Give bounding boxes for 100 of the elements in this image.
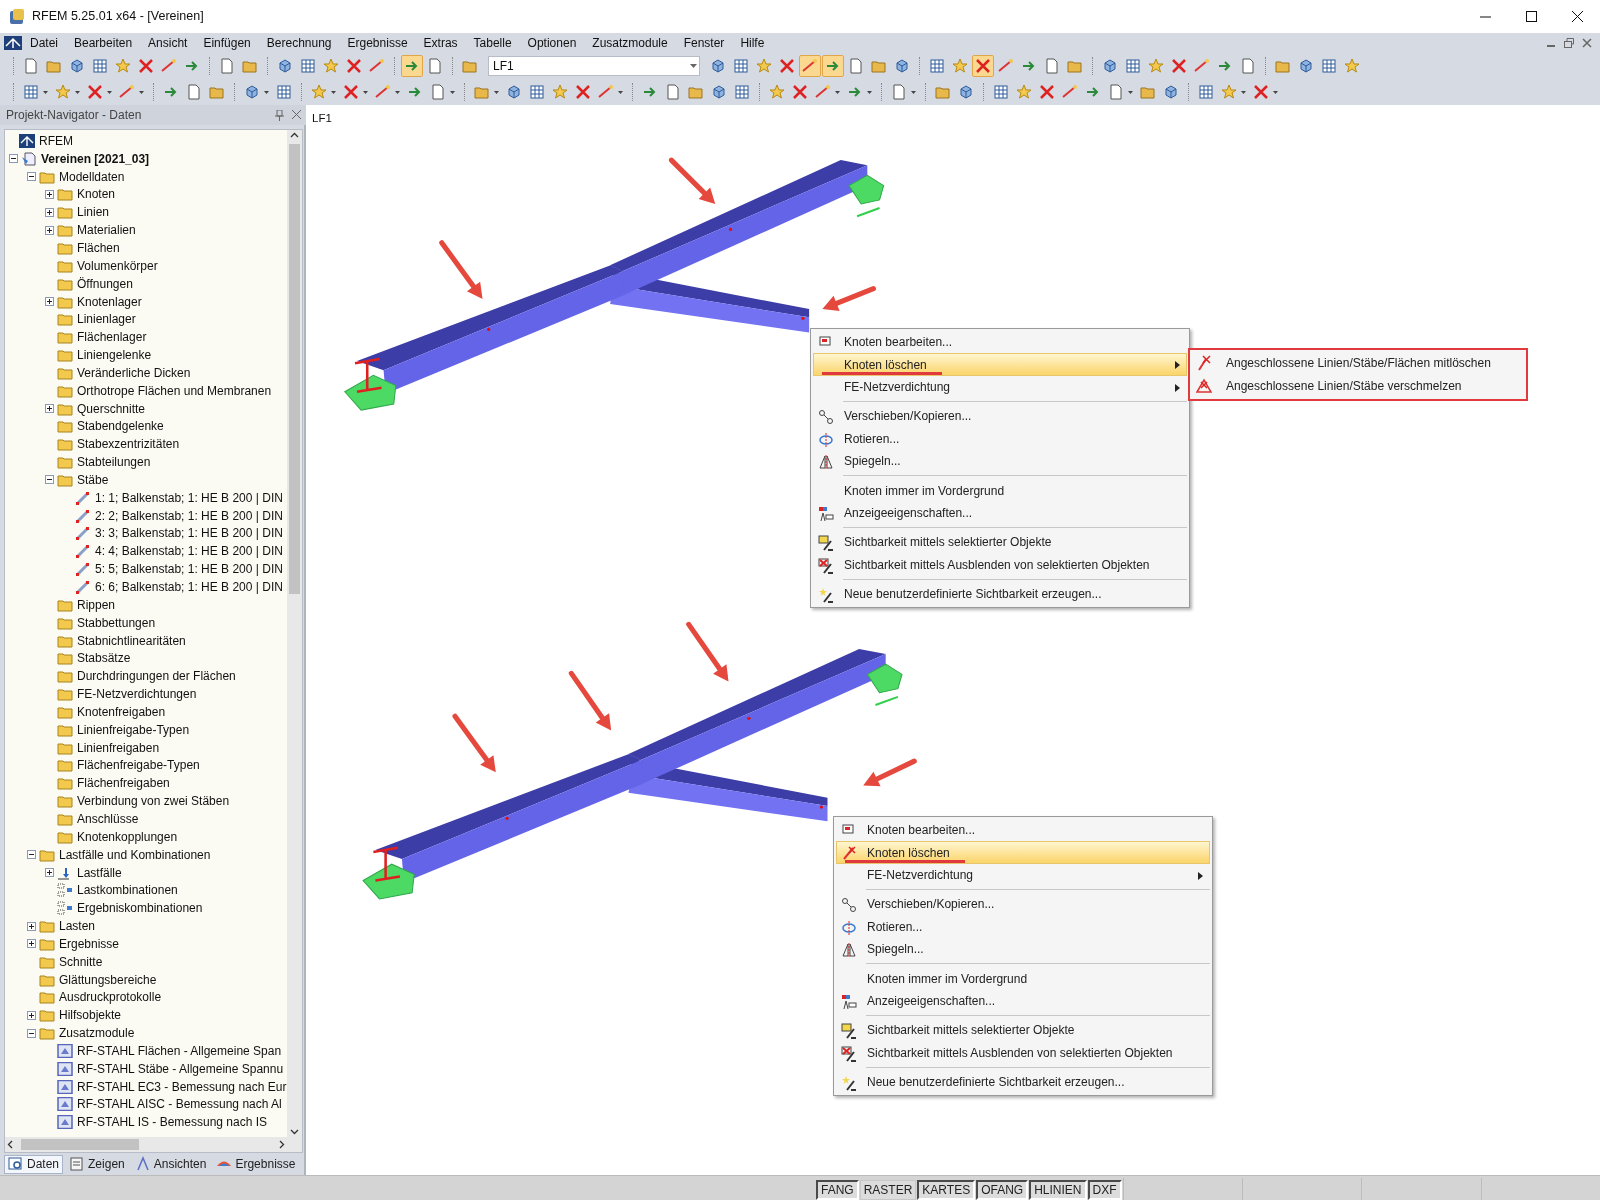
tree-item[interactable]: Linienfreigaben <box>76 738 161 757</box>
tree-item[interactable]: Hilfsobjekte <box>58 1006 123 1025</box>
tree-item[interactable]: Lastfälle <box>76 863 123 882</box>
status-toggle[interactable]: FANG <box>816 1180 859 1200</box>
tree-item[interactable]: Lastkombinationen <box>76 881 179 900</box>
tree-item[interactable]: Linienfreigabe-Typen <box>76 720 191 739</box>
tree-item[interactable]: Flächenfreigabe-Typen <box>76 756 201 775</box>
status-toggle[interactable]: DXF <box>1087 1180 1122 1200</box>
menu-item[interactable]: Sichtbarkeit mittels Ausblenden von selektierten Objekten <box>836 1041 1210 1064</box>
tree-item[interactable]: RF-STAHL IS - Bemessung nach IS <box>76 1113 269 1132</box>
panel-tab[interactable]: Ansichten <box>130 1154 211 1174</box>
menu-item[interactable]: Einfügen <box>195 34 259 52</box>
menu-item[interactable]: Verschieben/Kopieren... <box>836 893 1210 916</box>
menu-item[interactable]: Rotieren... <box>836 915 1210 938</box>
menu-item[interactable]: Sichtbarkeit mittels Ausblenden von selektierten Objekten <box>813 553 1187 576</box>
collapse-toggle[interactable] <box>27 1028 36 1038</box>
menu-item[interactable]: Datei <box>22 34 66 52</box>
menu-item[interactable]: Sichtbarkeit mittels selektierter Objekte <box>813 531 1187 554</box>
load-case-dropdown[interactable]: LF1 <box>488 56 700 76</box>
menu-item[interactable]: Ergebnisse <box>339 34 416 52</box>
tree-item[interactable]: Stabnichtlinearitäten <box>76 631 187 650</box>
tree-item[interactable]: RF-STAHL Flächen - Allgemeine Span <box>76 1041 283 1060</box>
menu-item[interactable]: Knoten löschen <box>813 353 1187 376</box>
menu-item[interactable]: Angeschlossene Linien/Stäbe/Flächen mitlöschen <box>1192 352 1524 375</box>
tree-item[interactable]: RF-STAHL Stäbe - Allgemeine Spannu <box>76 1059 285 1078</box>
menu-item[interactable]: Anzeigeeigenschaften... <box>836 989 1210 1013</box>
toolbar-button[interactable] <box>822 55 844 77</box>
tree-item[interactable]: Knotenfreigaben <box>76 702 167 721</box>
tree-item[interactable]: Stabteilungen <box>76 453 152 472</box>
tree-item[interactable]: Flächenlager <box>76 328 148 347</box>
tree-item[interactable]: Stäbe <box>76 470 110 489</box>
tree-item[interactable]: Öffnungen <box>76 274 134 293</box>
toolbar-button[interactable] <box>799 55 821 77</box>
menu-item[interactable]: Verschieben/Kopieren... <box>813 405 1187 428</box>
menu-item[interactable]: Ansicht <box>140 34 196 52</box>
close-icon[interactable] <box>1582 38 1592 48</box>
tree-item[interactable]: Linienlager <box>76 310 137 329</box>
toolbar-button[interactable] <box>401 55 423 77</box>
tree-item[interactable]: Anschlüsse <box>76 810 140 828</box>
pin-icon[interactable] <box>275 109 285 121</box>
tree-item[interactable]: Lasten <box>58 917 97 936</box>
tree-item[interactable]: 2: 2; Balkenstab; 1: HE B 200 | DIN <box>94 506 284 525</box>
tree-item[interactable]: Stabendgelenke <box>76 417 165 436</box>
tree-item[interactable]: Ergebniskombinationen <box>76 899 204 918</box>
tree-item[interactable]: Stabbettungen <box>76 613 157 632</box>
tree-item[interactable]: Veränderliche Dicken <box>76 363 192 382</box>
collapse-toggle[interactable] <box>9 154 18 164</box>
expand-toggle[interactable] <box>45 404 54 414</box>
menu-item[interactable]: Knoten bearbeiten... <box>813 331 1187 354</box>
panel-tab[interactable]: Zeigen <box>65 1154 129 1174</box>
collapse-toggle[interactable] <box>27 172 36 182</box>
menu-item[interactable]: FE-Netzverdichtung <box>813 375 1187 399</box>
menu-item[interactable]: Knoten immer im Vordergrund <box>836 967 1210 990</box>
tree-item[interactable]: 4: 4; Balkenstab; 1: HE B 200 | DIN <box>94 542 284 561</box>
menu-item[interactable]: FE-Netzverdichtung <box>836 863 1210 887</box>
tree-item[interactable]: FE-Netzverdichtungen <box>76 685 198 704</box>
expand-toggle[interactable] <box>45 297 54 306</box>
tree-item[interactable]: Durchdringungen der Flächen <box>76 667 237 686</box>
menu-item[interactable]: Zusatzmodule <box>584 34 676 52</box>
tree-item[interactable]: Vereinen [2021_03] <box>40 149 151 168</box>
expand-toggle[interactable] <box>27 1010 36 1020</box>
menu-item[interactable]: Neue benutzerdefinierte Sichtbarkeit erzeugen... <box>836 1070 1210 1094</box>
tree-item[interactable]: Orthotrope Flächen und Membranen <box>76 381 273 400</box>
menu-item[interactable]: Extras <box>415 34 466 52</box>
expand-toggle[interactable] <box>45 207 54 217</box>
tree-item[interactable]: Knoten <box>76 185 117 204</box>
horizontal-scrollbar[interactable] <box>5 1137 303 1152</box>
expand-toggle[interactable] <box>27 921 36 931</box>
menu-item[interactable]: Sichtbarkeit mittels selektierter Objekte <box>836 1019 1210 1042</box>
tree-item[interactable]: Knotenkopplungen <box>76 827 179 846</box>
menu-item[interactable]: Neue benutzerdefinierte Sichtbarkeit erzeugen... <box>813 582 1187 606</box>
tree-item[interactable]: Liniengelenke <box>76 346 153 365</box>
menu-item[interactable]: Optionen <box>519 34 585 52</box>
tree-item[interactable]: Modelldaten <box>58 167 126 186</box>
expand-toggle[interactable] <box>45 868 54 877</box>
menu-item[interactable]: Knoten löschen <box>836 841 1210 864</box>
expand-toggle[interactable] <box>45 189 54 199</box>
menu-item[interactable]: Spiegeln... <box>813 449 1187 473</box>
status-toggle[interactable]: KARTES <box>917 1180 976 1200</box>
tree-item[interactable]: Glättungsbereiche <box>58 970 158 989</box>
tree-item[interactable]: RF-STAHL AISC - Bemessung nach Al <box>76 1095 283 1114</box>
expand-toggle[interactable] <box>45 225 54 235</box>
tree-item[interactable]: Rippen <box>76 595 117 614</box>
restore-icon[interactable] <box>1564 38 1574 48</box>
menu-item[interactable]: Angeschlossene Linien/Stäbe verschmelzen <box>1192 374 1524 397</box>
status-toggle[interactable]: HLINIEN <box>1029 1180 1087 1200</box>
close-icon[interactable] <box>292 109 302 119</box>
menu-item[interactable]: Knoten bearbeiten... <box>836 819 1210 842</box>
menu-item[interactable]: Rotieren... <box>813 427 1187 450</box>
tree-item[interactable]: Zusatzmodule <box>58 1024 136 1043</box>
panel-tab[interactable]: Ergebnisse <box>212 1154 300 1174</box>
tree-item[interactable]: Lastfälle und Kombinationen <box>58 845 212 864</box>
menu-item[interactable]: Hilfe <box>732 34 773 52</box>
tree-item[interactable]: 1: 1; Balkenstab; 1: HE B 200 | DIN <box>94 488 284 507</box>
tree-item[interactable]: Flächenfreigaben <box>76 774 171 793</box>
tree-item[interactable]: Querschnitte <box>76 399 147 418</box>
tree-item[interactable]: 3: 3; Balkenstab; 1: HE B 200 | DIN <box>94 524 284 543</box>
tree-item[interactable]: 5: 5; Balkenstab; 1: HE B 200 | DIN <box>94 560 284 579</box>
tree-item[interactable]: Volumenkörper <box>76 256 159 275</box>
tree-item[interactable]: Flächen <box>76 239 121 257</box>
